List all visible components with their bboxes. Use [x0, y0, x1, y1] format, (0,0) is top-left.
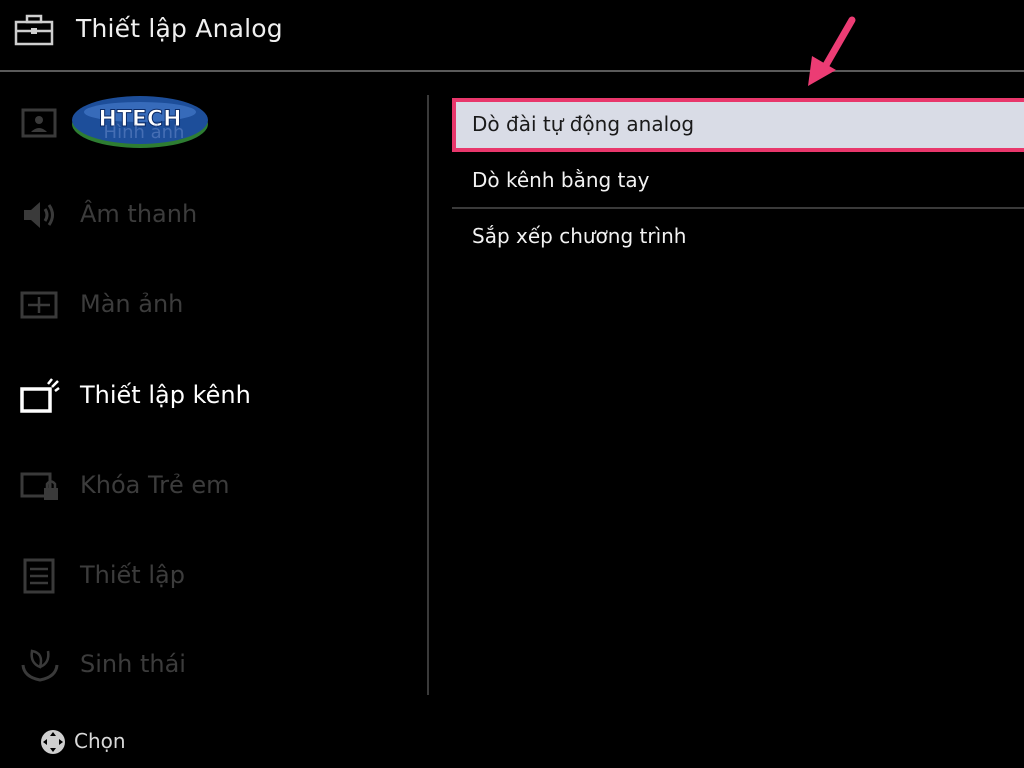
toolbox-icon: [14, 14, 54, 46]
logo-under-text: Hình ảnh: [104, 122, 185, 143]
htech-logo: HTECH Hình ảnh: [72, 96, 208, 148]
screen-icon: [20, 291, 58, 319]
sidebar-item-screen[interactable]: Màn ảnh: [0, 275, 428, 335]
dpad-icon: [41, 730, 65, 754]
sidebar-item-label: Thiết lập: [80, 561, 185, 589]
sidebar: Âm thanh Màn ảnh Thiết lập kênh Khóa Trẻ…: [0, 72, 428, 692]
picture-icon: [21, 108, 57, 138]
sidebar-item-sound[interactable]: Âm thanh: [0, 185, 428, 245]
option-sort-programs[interactable]: Sắp xếp chương trình: [452, 210, 1024, 264]
channel-setup-icon: [20, 378, 60, 413]
sidebar-item-parental-lock[interactable]: Khóa Trẻ em: [0, 456, 428, 516]
options-list: Dò đài tự động analog Dò kênh bằng tay S…: [452, 98, 1024, 298]
pointer-arrow-icon: [808, 16, 856, 86]
sidebar-item-channel-setup[interactable]: Thiết lập kênh: [0, 366, 428, 426]
sidebar-item-settings[interactable]: Thiết lập: [0, 546, 428, 606]
sidebar-item-label: Sinh thái: [80, 650, 186, 678]
option-label: Sắp xếp chương trình: [472, 224, 687, 248]
footer-hint: Chọn: [40, 726, 240, 756]
sidebar-item-picture[interactable]: [0, 94, 428, 154]
option-label: Dò đài tự động analog: [472, 112, 695, 136]
footer-select-label: Chọn: [74, 729, 126, 753]
sidebar-item-label: Khóa Trẻ em: [80, 471, 230, 499]
header: Thiết lập Analog: [0, 0, 1024, 70]
sidebar-item-label: Âm thanh: [80, 200, 198, 228]
speaker-icon: [24, 202, 54, 228]
option-manual-tune[interactable]: Dò kênh bằng tay: [452, 154, 1024, 208]
settings-list-icon: [23, 558, 55, 594]
page-title: Thiết lập Analog: [76, 14, 283, 43]
eco-leaf-icon: [21, 649, 59, 682]
option-divider: [452, 207, 1024, 209]
sidebar-item-label: Màn ảnh: [80, 290, 184, 318]
sidebar-item-eco[interactable]: Sinh thái: [0, 635, 428, 695]
lock-icon: [20, 472, 58, 500]
sidebar-item-label: Thiết lập kênh: [80, 381, 251, 409]
option-auto-tune-analog[interactable]: Dò đài tự động analog: [452, 98, 1024, 152]
option-label: Dò kênh bằng tay: [472, 168, 650, 192]
panel-divider: [427, 95, 429, 695]
